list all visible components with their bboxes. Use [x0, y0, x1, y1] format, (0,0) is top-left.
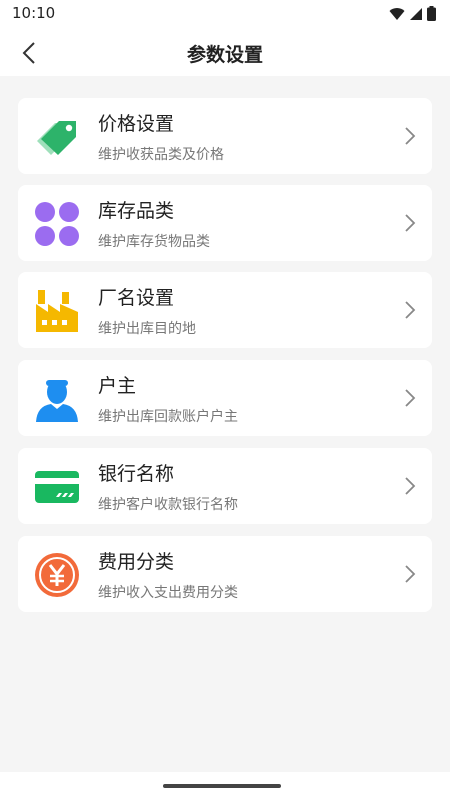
- item-subtitle: 维护客户收款银行名称: [98, 497, 238, 513]
- battery-icon: [427, 6, 436, 21]
- header: 参数设置: [0, 28, 450, 76]
- item-title: 银行名称: [98, 463, 175, 485]
- item-subtitle: 维护收获品类及价格: [98, 147, 224, 163]
- inventory-category-item[interactable]: 库存品类 维护库存货物品类: [18, 185, 432, 261]
- wifi-icon: [389, 7, 405, 20]
- signal-icon: [410, 7, 422, 20]
- account-holder-item[interactable]: 户主 维护出库回款账户户主: [18, 360, 432, 436]
- price-settings-item[interactable]: 价格设置 维护收获品类及价格: [18, 98, 432, 174]
- category-grid-icon: [34, 201, 80, 247]
- item-title: 厂名设置: [98, 287, 175, 309]
- item-subtitle: 维护出库目的地: [98, 321, 196, 337]
- settings-list: 价格设置 维护收获品类及价格 库存品类 维护库存货物品类 厂名设置 维护出库目的…: [0, 76, 450, 772]
- chevron-right-icon: [405, 127, 416, 145]
- expense-category-item[interactable]: 费用分类 维护收入支出费用分类: [18, 536, 432, 612]
- navigation-bar: [0, 772, 450, 800]
- chevron-right-icon: [405, 214, 416, 232]
- bank-name-item[interactable]: 银行名称 维护客户收款银行名称: [18, 448, 432, 524]
- yuan-coin-icon: [34, 552, 80, 598]
- status-bar: 10:10: [0, 0, 450, 28]
- user-icon: [34, 376, 80, 422]
- item-title: 价格设置: [98, 113, 175, 135]
- chevron-right-icon: [405, 477, 416, 495]
- status-icons: [389, 6, 436, 21]
- home-indicator[interactable]: [163, 784, 281, 788]
- factory-name-item[interactable]: 厂名设置 维护出库目的地: [18, 272, 432, 348]
- status-time: 10:10: [12, 4, 56, 22]
- bank-card-icon: [34, 464, 80, 510]
- item-title: 库存品类: [98, 200, 175, 222]
- chevron-right-icon: [405, 389, 416, 407]
- factory-icon: [34, 288, 80, 334]
- item-title: 户主: [98, 375, 137, 397]
- chevron-right-icon: [405, 565, 416, 583]
- price-tag-icon: [34, 114, 80, 160]
- item-subtitle: 维护出库回款账户户主: [98, 409, 238, 425]
- item-subtitle: 维护收入支出费用分类: [98, 585, 238, 601]
- item-title: 费用分类: [98, 551, 175, 573]
- item-subtitle: 维护库存货物品类: [98, 234, 210, 250]
- chevron-right-icon: [405, 301, 416, 319]
- page-title: 参数设置: [186, 44, 263, 66]
